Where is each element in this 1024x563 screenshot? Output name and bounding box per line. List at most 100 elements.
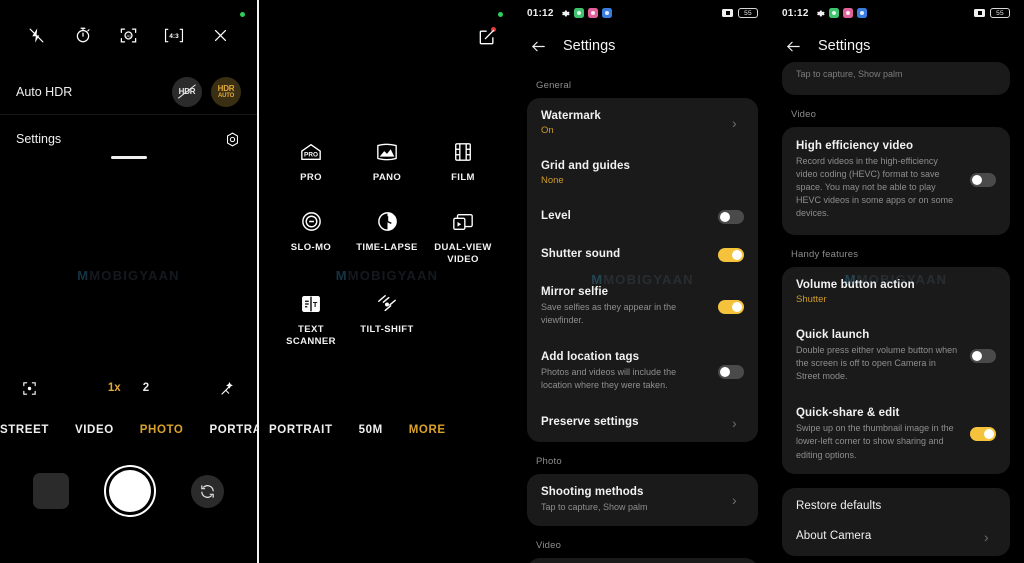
gear-icon: [561, 9, 570, 18]
camera-more-modes-panel: PRO PRO PANO FILM SLO-MO TIME-LAPSE DUAL…: [259, 0, 515, 563]
flash-off-icon[interactable]: [24, 22, 50, 48]
settings-item-preserve-settings[interactable]: Preserve settings ›: [527, 404, 758, 442]
group-label-video: Video: [791, 109, 817, 121]
mode-tile-pro[interactable]: PRO PRO: [273, 140, 349, 184]
focus-lock-icon[interactable]: [16, 380, 42, 397]
back-arrow-icon[interactable]: [784, 37, 802, 55]
watermark-text: MMOBIGYAAN: [77, 268, 180, 283]
settings-item-restore-defaults[interactable]: Restore defaults: [782, 488, 1010, 521]
sheet-grabber-handle[interactable]: [110, 156, 147, 159]
gear-icon[interactable]: [224, 131, 241, 148]
zoom-levels: 1x 2: [42, 382, 215, 394]
status-app-icon-green: [573, 8, 584, 18]
camera-mode-50m[interactable]: 50M: [359, 424, 383, 436]
camera-top-toolbar: AI 4:3: [0, 22, 257, 48]
toggle-quick-launch[interactable]: [970, 349, 996, 364]
status-app-icon-green: [828, 8, 839, 18]
svg-text:T: T: [313, 299, 318, 308]
settings-item-mirror-selfie[interactable]: Mirror selfie Save selfies as they appea…: [527, 274, 758, 339]
mode-tile-label: TEXT SCANNER: [286, 323, 336, 347]
group-label-video: Video: [536, 540, 562, 552]
dualview-icon: [451, 210, 475, 234]
mode-tile-timelapse[interactable]: TIME-LAPSE: [349, 210, 425, 266]
settings-item-high-efficiency-video[interactable]: High efficiency video: [527, 558, 758, 563]
zoom-level-1x[interactable]: 1x: [108, 382, 121, 394]
settings-item-value: None: [541, 175, 564, 186]
settings-item-grid-and-guides[interactable]: Grid and guides None: [527, 148, 758, 198]
edit-modes-icon[interactable]: [477, 27, 497, 47]
camera-mode-street[interactable]: STREET: [0, 424, 49, 436]
settings-item-quick-launch[interactable]: Quick launch Double press either volume …: [782, 317, 1010, 395]
aspect-ratio-icon[interactable]: 4:3: [161, 22, 187, 48]
toggle-quick-share-edit[interactable]: [970, 427, 996, 442]
settings-item-subtitle: Double press either volume button when t…: [796, 345, 958, 382]
timer-icon[interactable]: [70, 22, 96, 48]
hdr-auto-chip-line2: AUTO: [217, 93, 235, 99]
zoom-level-2x[interactable]: 2: [143, 382, 149, 394]
settings-item-title: Shooting methods: [541, 486, 644, 499]
toggle-add-location-tags[interactable]: [718, 364, 744, 379]
status-bar-icons: [561, 8, 612, 18]
camera-mode-video[interactable]: VIDEO: [75, 424, 114, 436]
status-bar-time: 01:12: [782, 7, 809, 19]
gear-icon: [816, 9, 825, 18]
camera-settings-row[interactable]: Settings: [0, 124, 257, 154]
camera-mode-portrait[interactable]: PORTRAIT: [269, 424, 333, 436]
screenshot-icon: [722, 9, 733, 17]
close-icon[interactable]: [207, 22, 233, 48]
gallery-thumbnail-button[interactable]: [33, 473, 70, 509]
camera-mode-photo[interactable]: PHOTO: [140, 424, 184, 436]
settings-item-watermark[interactable]: Watermark On ›: [527, 98, 758, 148]
settings-body: General Watermark On › Grid and guides N…: [515, 66, 770, 563]
mode-tile-tiltshift[interactable]: TILT-SHIFT: [349, 292, 425, 348]
magic-wand-icon[interactable]: [215, 379, 241, 397]
settings-item-quick-share-edit[interactable]: Quick-share & edit Swipe up on the thumb…: [782, 395, 1010, 473]
settings-item-subtitle: Record videos in the high-efficiency vid…: [796, 156, 954, 219]
camera-settings-panel-bottom: 01:12 55 Settings Tap to capture, Show p…: [770, 0, 1022, 563]
settings-item-shooting-methods-partial[interactable]: Tap to capture, Show palm: [782, 62, 1010, 95]
settings-item-subtitle: Swipe up on the thumbnail image in the l…: [796, 423, 954, 460]
settings-item-shooting-methods[interactable]: Shooting methods Tap to capture, Show pa…: [527, 474, 758, 526]
toggle-level[interactable]: [718, 210, 744, 224]
zoom-control-row: 1x 2: [0, 376, 257, 400]
mode-tile-label: PANO: [372, 172, 402, 183]
settings-item-title: Restore defaults: [796, 499, 882, 512]
settings-card-video-partial: High efficiency video: [527, 558, 758, 563]
privacy-indicator-dot: [240, 12, 245, 17]
mode-tile-film[interactable]: FILM: [425, 140, 501, 184]
toggle-high-efficiency-video[interactable]: [970, 173, 996, 188]
settings-item-title: Quick launch: [796, 329, 870, 342]
settings-card-video: High efficiency video Record videos in t…: [782, 127, 1010, 236]
settings-item-level[interactable]: Level: [527, 198, 758, 236]
toggle-shutter-sound[interactable]: [718, 248, 744, 262]
status-app-icon-pink: [842, 8, 853, 18]
chevron-right-icon: ›: [984, 528, 989, 545]
settings-item-add-location-tags[interactable]: Add location tags Photos and videos will…: [527, 339, 758, 404]
settings-card-photo-partial: Tap to capture, Show palm: [782, 62, 1010, 96]
settings-item-shutter-sound[interactable]: Shutter sound: [527, 236, 758, 274]
toggle-mirror-selfie[interactable]: [718, 299, 744, 314]
ai-scene-icon[interactable]: AI: [115, 22, 141, 48]
settings-item-title: Volume button action: [796, 279, 915, 292]
hdr-auto-chip[interactable]: HDR AUTO: [211, 77, 241, 107]
camera-mode-portrait[interactable]: PORTRAIT: [209, 424, 257, 436]
settings-item-title: Grid and guides: [541, 160, 631, 172]
mode-tile-pano[interactable]: PANO: [349, 140, 425, 184]
flip-camera-icon[interactable]: [190, 474, 224, 508]
status-app-icon-pink: [587, 8, 598, 18]
camera-mode-more[interactable]: MORE: [409, 424, 446, 436]
hdr-off-chip[interactable]: HDR: [172, 77, 202, 107]
shutter-button[interactable]: [103, 465, 156, 517]
settings-item-volume-button-action[interactable]: Volume button action Shutter: [782, 267, 1010, 317]
svg-text:AI: AI: [126, 33, 131, 39]
settings-item-high-efficiency-video[interactable]: High efficiency video Record videos in t…: [782, 127, 1010, 235]
status-bar: 01:12 55: [770, 0, 1022, 26]
mode-tile-grid: PRO PRO PANO FILM SLO-MO TIME-LAPSE DUAL…: [259, 140, 515, 347]
settings-card-photo: Shooting methods Tap to capture, Show pa…: [527, 474, 758, 527]
back-arrow-icon[interactable]: [529, 37, 547, 55]
mode-tile-textscanner[interactable]: T TEXT SCANNER: [273, 292, 349, 348]
mode-tile-slomo[interactable]: SLO-MO: [273, 210, 349, 266]
settings-header: Settings: [515, 26, 770, 66]
settings-item-about-camera[interactable]: About Camera ›: [782, 521, 1010, 556]
mode-tile-dualview[interactable]: DUAL-VIEW VIDEO: [425, 210, 501, 266]
